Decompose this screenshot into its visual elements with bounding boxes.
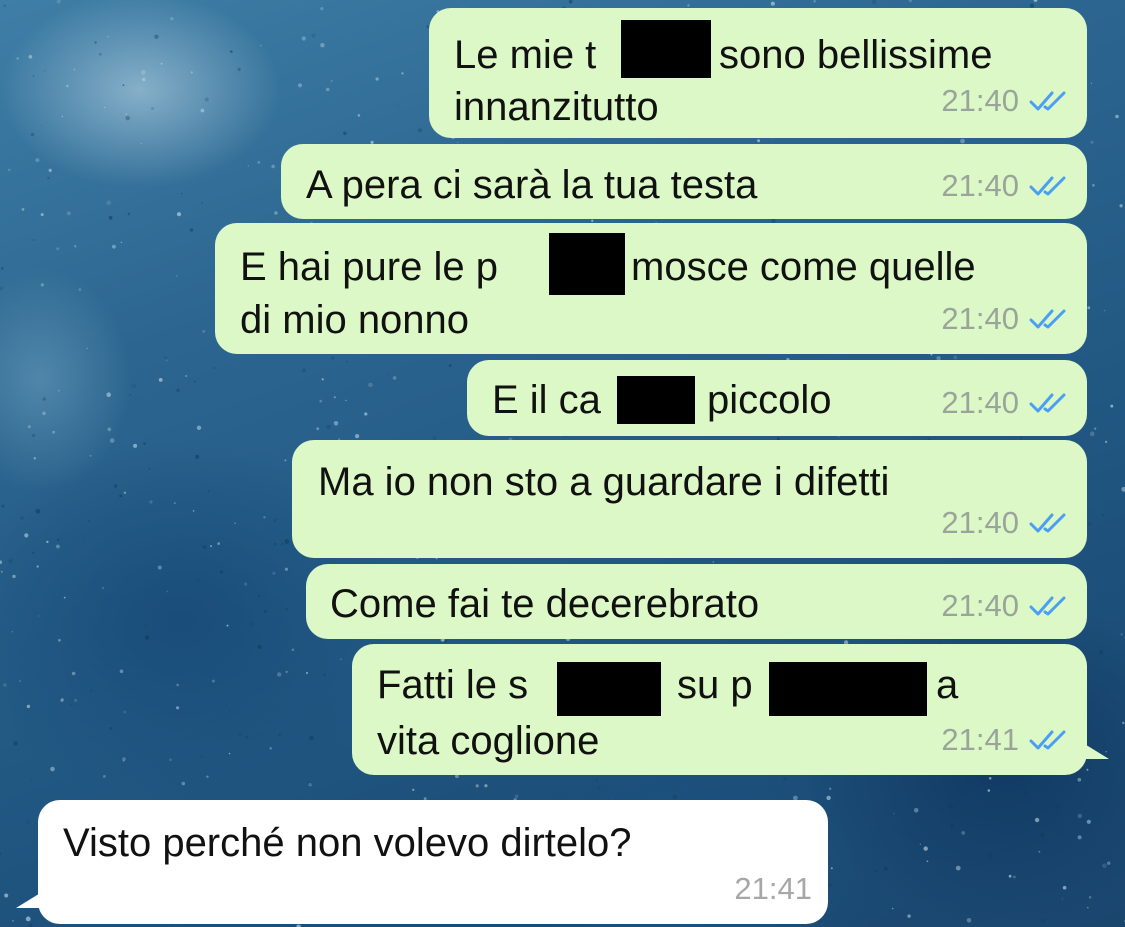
message-text: Le mie t bbox=[454, 33, 597, 77]
redaction-box bbox=[621, 20, 711, 78]
redaction-box bbox=[549, 233, 625, 295]
message-timestamp: 21:40 bbox=[941, 301, 1019, 336]
message-text: di mio nonno bbox=[240, 298, 470, 342]
message-meta: 21:40 bbox=[941, 292, 1073, 346]
message-timestamp: 21:41 bbox=[734, 871, 812, 906]
message-text: E hai pure le p bbox=[240, 245, 498, 289]
read-double-check-icon bbox=[1029, 393, 1066, 413]
redaction-box bbox=[557, 662, 661, 716]
outgoing-message-bubble[interactable]: Le mie t sono bellissime innanzitutto 21… bbox=[429, 8, 1087, 138]
message-timestamp: 21:40 bbox=[941, 168, 1019, 203]
message-meta: 21:40 bbox=[941, 496, 1073, 550]
message-meta: 21:41 bbox=[734, 862, 812, 916]
read-double-check-icon bbox=[1029, 309, 1066, 329]
message-timestamp: 21:40 bbox=[941, 385, 1019, 420]
incoming-message-bubble[interactable]: Visto perché non volevo dirtelo? 21:41 bbox=[38, 800, 828, 924]
message-text: mosce come quelle bbox=[631, 245, 976, 289]
redaction-box bbox=[769, 662, 927, 716]
outgoing-message-bubble[interactable]: A pera ci sarà la tua testa 21:40 bbox=[281, 144, 1087, 219]
bubble-tail bbox=[16, 892, 42, 908]
message-meta: 21:41 bbox=[941, 713, 1073, 767]
message-text: Visto perché non volevo dirtelo? bbox=[63, 821, 632, 865]
read-double-check-icon bbox=[1029, 596, 1066, 616]
read-double-check-icon bbox=[1029, 176, 1066, 196]
message-text: A pera ci sarà la tua testa bbox=[306, 163, 758, 207]
outgoing-message-bubble[interactable]: Fatti le s su p a vita coglione 21:41 bbox=[352, 644, 1087, 775]
message-text: a bbox=[936, 663, 959, 707]
outgoing-message-bubble[interactable]: E il ca piccolo 21:40 bbox=[467, 360, 1087, 436]
bubble-tail bbox=[1083, 743, 1109, 759]
read-double-check-icon bbox=[1029, 513, 1066, 533]
read-double-check-icon bbox=[1029, 91, 1066, 111]
message-text: Fatti le s bbox=[377, 663, 529, 707]
message-meta: 21:40 bbox=[941, 74, 1073, 128]
message-timestamp: 21:40 bbox=[941, 83, 1019, 118]
message-timestamp: 21:40 bbox=[941, 588, 1019, 623]
message-meta: 21:40 bbox=[941, 376, 1073, 430]
read-double-check-icon bbox=[1029, 730, 1066, 750]
outgoing-message-bubble[interactable]: Come fai te decerebrato 21:40 bbox=[306, 564, 1087, 639]
message-text: innanzitutto bbox=[454, 85, 659, 129]
message-text: piccolo bbox=[707, 378, 832, 422]
outgoing-message-bubble[interactable]: E hai pure le p mosce come quelle di mio… bbox=[215, 223, 1087, 354]
message-text: su p bbox=[677, 663, 753, 707]
redaction-box bbox=[617, 376, 695, 424]
outgoing-message-bubble[interactable]: Ma io non sto a guardare i difetti 21:40 bbox=[292, 440, 1087, 558]
message-meta: 21:40 bbox=[941, 159, 1073, 213]
message-timestamp: 21:41 bbox=[941, 722, 1019, 757]
message-text: Ma io non sto a guardare i difetti bbox=[318, 460, 890, 504]
message-text: Come fai te decerebrato bbox=[330, 582, 760, 626]
message-text: vita coglione bbox=[377, 719, 600, 763]
message-text: E il ca bbox=[492, 378, 601, 422]
message-meta: 21:40 bbox=[941, 579, 1073, 633]
message-timestamp: 21:40 bbox=[941, 505, 1019, 540]
